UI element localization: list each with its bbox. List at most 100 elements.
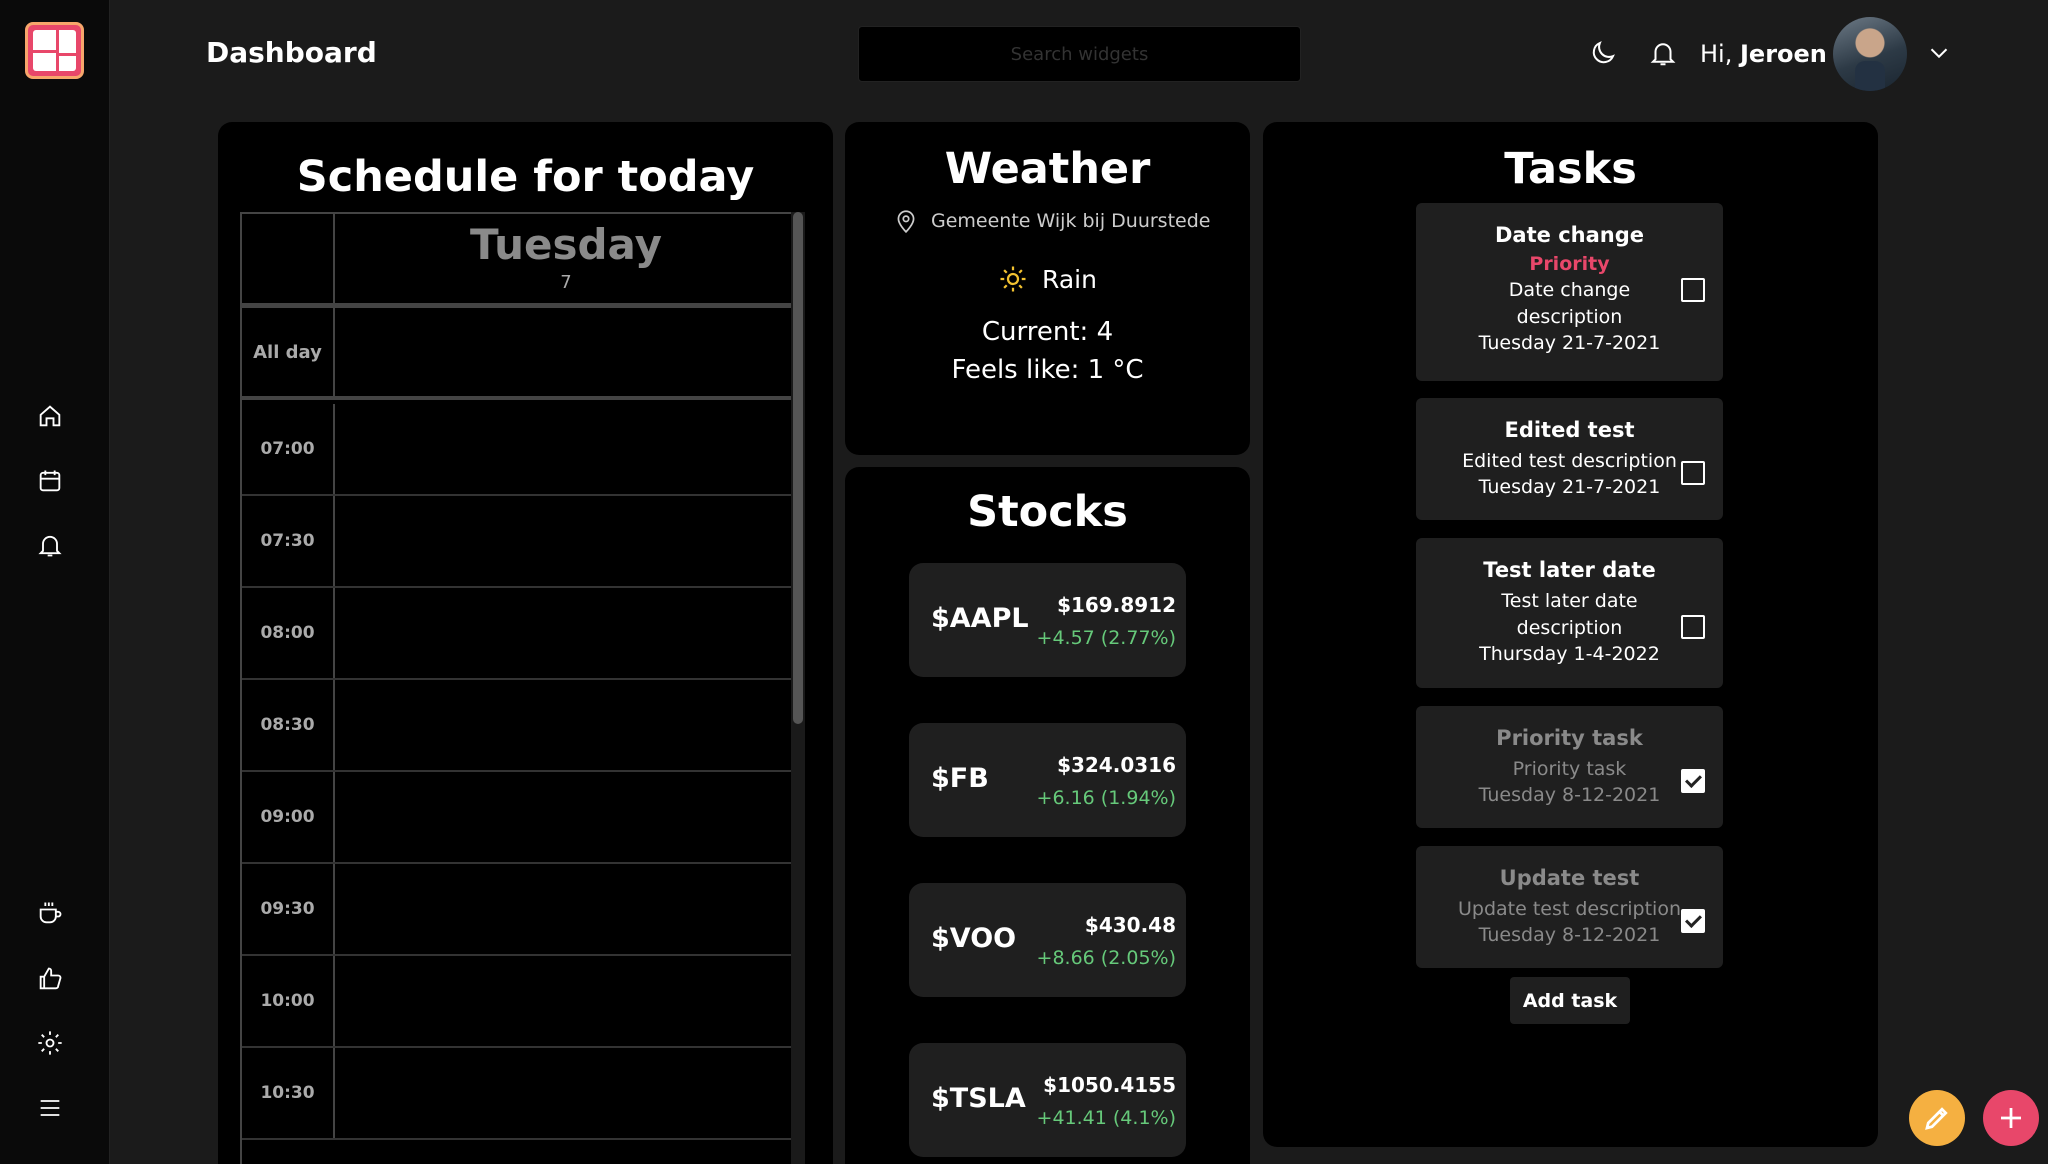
- bell-icon: [38, 535, 62, 557]
- map-pin-icon: [897, 210, 915, 234]
- stock-card[interactable]: $VOO $430.48 +8.66 (2.05%): [909, 883, 1186, 997]
- avatar[interactable]: [1833, 17, 1907, 91]
- stock-symbol: $VOO: [931, 923, 1017, 954]
- schedule-grid: Tuesday 7 All day 07:00 07:30 08:00 08:3…: [240, 212, 805, 1164]
- stock-card[interactable]: $FB $324.0316 +6.16 (1.94%): [909, 723, 1186, 837]
- edit-layout-button[interactable]: [1909, 1090, 1965, 1146]
- sidebar-item-home[interactable]: [34, 400, 66, 432]
- search-input[interactable]: [858, 26, 1301, 82]
- app-logo[interactable]: [25, 22, 84, 79]
- task-checkbox[interactable]: [1681, 615, 1705, 639]
- task-description: Test later date description: [1501, 590, 1638, 639]
- schedule-title: Schedule for today: [296, 152, 755, 202]
- time-slot[interactable]: 08:00: [242, 588, 797, 680]
- all-day-row[interactable]: All day: [242, 308, 797, 400]
- task-title: Priority task: [1496, 726, 1643, 750]
- time-slot[interactable]: 09:00: [242, 772, 797, 864]
- logo-icon: [33, 30, 79, 71]
- time-slot[interactable]: 10:30: [242, 1048, 797, 1140]
- task-date: Tuesday 8-12-2021: [1478, 784, 1661, 806]
- stock-price: $430.48: [1084, 913, 1176, 937]
- time-label: 08:30: [242, 680, 335, 770]
- time-label: 10:30: [242, 1048, 335, 1138]
- stock-price: $169.8912: [1057, 593, 1176, 617]
- stocks-title: Stocks: [967, 487, 1128, 537]
- task-title: Date change: [1495, 223, 1644, 247]
- task-date: Tuesday 8-12-2021: [1478, 924, 1661, 946]
- stock-price: $1050.4155: [1043, 1073, 1176, 1097]
- greeting-prefix: Hi,: [1700, 40, 1733, 68]
- sidebar-item-menu[interactable]: [34, 1092, 66, 1124]
- time-label: 08:00: [242, 588, 335, 678]
- time-slot[interactable]: 09:30: [242, 864, 797, 956]
- page-title: Dashboard: [206, 36, 377, 69]
- moon-icon: [1592, 41, 1615, 64]
- task-title: Test later date: [1483, 558, 1656, 582]
- task-item[interactable]: Date change Priority Date change descrip…: [1416, 203, 1723, 381]
- schedule-widget: Schedule for today Tuesday 7 All day 07:…: [218, 122, 833, 1164]
- time-label: 10:00: [242, 956, 335, 1046]
- schedule-day-header: Tuesday 7: [242, 212, 797, 308]
- task-item[interactable]: Edited test Edited test description Tues…: [1416, 398, 1723, 520]
- add-widget-button[interactable]: [1983, 1090, 2039, 1146]
- time-slot[interactable]: 07:30: [242, 496, 797, 588]
- task-checkbox[interactable]: [1681, 461, 1705, 485]
- task-description: Update test description: [1457, 898, 1682, 920]
- task-priority-badge: Priority: [1529, 253, 1610, 275]
- chevron-down-icon: [1930, 48, 1948, 59]
- sidebar-item-feedback[interactable]: [34, 963, 66, 995]
- time-slot[interactable]: 10:00: [242, 956, 797, 1048]
- stock-change: +4.57 (2.77%): [1036, 627, 1176, 649]
- all-day-label: All day: [242, 308, 335, 396]
- home-icon: [39, 405, 61, 427]
- tasks-title: Tasks: [1504, 144, 1637, 194]
- gear-icon: [38, 1031, 62, 1055]
- sidebar-item-settings[interactable]: [34, 1027, 66, 1059]
- plus-icon: [2001, 1108, 2021, 1128]
- feels-like-temperature: Feels like: 1 °C: [951, 355, 1144, 385]
- stock-change: +41.41 (4.1%): [1036, 1107, 1176, 1129]
- calendar-icon: [39, 470, 61, 492]
- coffee-icon: [39, 902, 62, 924]
- stock-symbol: $TSLA: [931, 1083, 1026, 1114]
- location-name: Gemeente Wijk bij Duurstede: [931, 210, 1211, 232]
- bell-icon: [1650, 43, 1676, 66]
- sidebar-item-notifications[interactable]: [34, 529, 66, 561]
- time-label: 09:30: [242, 864, 335, 954]
- sun-icon: [1000, 266, 1026, 292]
- sidebar-item-calendar[interactable]: [34, 465, 66, 497]
- weather-widget: Weather Gemeente Wijk bij Duurstede Rain…: [845, 122, 1250, 455]
- user-name: Jeroen: [1739, 40, 1827, 68]
- thumbs-up-icon: [39, 967, 62, 990]
- task-date: Tuesday 21-7-2021: [1478, 332, 1661, 354]
- task-item[interactable]: Priority task Priority task Tuesday 8-12…: [1416, 706, 1723, 828]
- task-item[interactable]: Test later date Test later date descript…: [1416, 538, 1723, 688]
- task-date: Thursday 1-4-2022: [1479, 643, 1660, 665]
- dashboard-app: Dashboard Hi, Jeroen Schedule for today …: [0, 0, 2048, 1164]
- dark-mode-toggle[interactable]: [1588, 38, 1618, 68]
- sidebar-item-coffee[interactable]: [34, 897, 66, 929]
- schedule-scrollbar[interactable]: [793, 212, 803, 724]
- time-slot[interactable]: 07:00: [242, 404, 797, 496]
- time-slot[interactable]: 08:30: [242, 680, 797, 772]
- user-menu-button[interactable]: [1924, 38, 1954, 68]
- sidebar: [0, 0, 110, 1164]
- current-temperature: Current: 4: [981, 317, 1114, 347]
- time-label: 07:00: [242, 404, 335, 494]
- task-item[interactable]: Update test Update test description Tues…: [1416, 846, 1723, 968]
- pencil-icon: [1925, 1107, 1948, 1130]
- task-checkbox-checked[interactable]: [1681, 909, 1705, 933]
- stock-card[interactable]: $TSLA $1050.4155 +41.41 (4.1%): [909, 1043, 1186, 1157]
- task-description: Edited test description: [1462, 450, 1677, 472]
- stock-card[interactable]: $AAPL $169.8912 +4.57 (2.77%): [909, 563, 1186, 677]
- day-name: Tuesday: [470, 220, 662, 269]
- weather-title: Weather: [944, 144, 1151, 194]
- task-date: Tuesday 21-7-2021: [1478, 476, 1661, 498]
- notifications-button[interactable]: [1648, 38, 1678, 68]
- task-checkbox[interactable]: [1681, 278, 1705, 302]
- condition-text: Rain: [1042, 264, 1097, 294]
- task-checkbox-checked[interactable]: [1681, 769, 1705, 793]
- stock-price: $324.0316: [1057, 753, 1176, 777]
- add-task-button[interactable]: Add task: [1510, 977, 1630, 1024]
- weather-condition: Rain: [845, 264, 1250, 294]
